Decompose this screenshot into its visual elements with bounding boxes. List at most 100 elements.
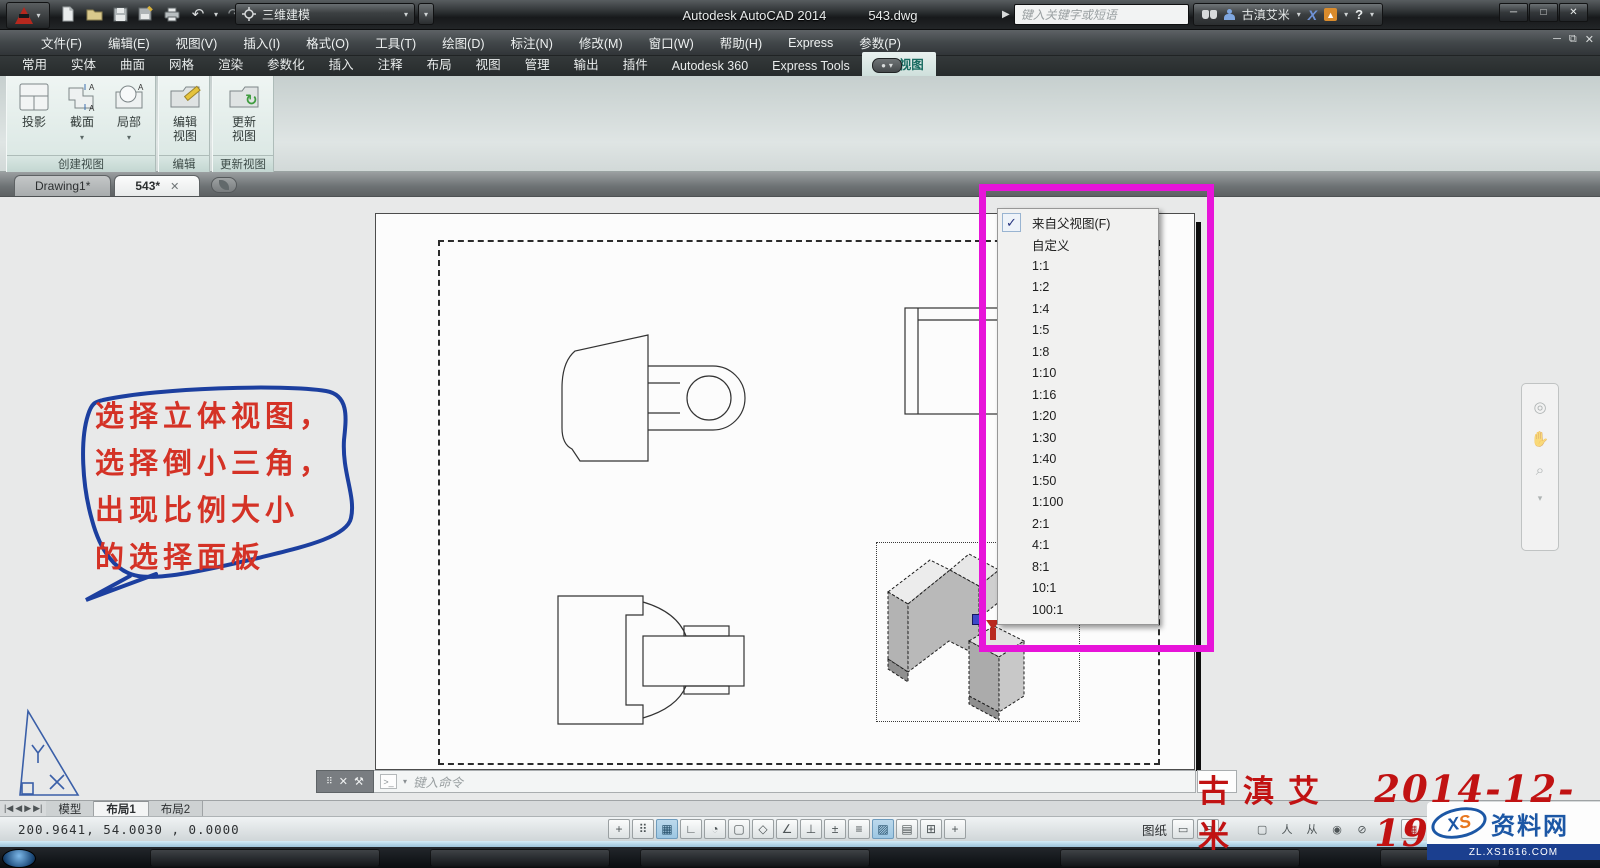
snap-toggle[interactable]: + (608, 819, 630, 839)
search-icon[interactable] (1202, 10, 1217, 19)
paper-space-label[interactable]: 图纸 (1142, 820, 1167, 839)
tab-parametric[interactable]: 参数化 (255, 52, 317, 76)
user-dropdown-icon[interactable]: ▾ (1297, 10, 1301, 19)
tab-insert[interactable]: 插入 (317, 52, 366, 76)
detail-dropdown-icon[interactable]: ▾ (127, 131, 131, 145)
start-orb[interactable] (2, 849, 36, 868)
dynamic-input-toggle[interactable]: ± (824, 819, 846, 839)
group-label-create-view[interactable]: 创建视图 (7, 155, 155, 172)
command-input[interactable]: >_ ▾ 键入命令 (374, 770, 1196, 793)
close-button[interactable]: ✕ (1559, 3, 1588, 22)
grid-snap-toggle[interactable]: ⠿ (632, 819, 654, 839)
file-tab-drawing1[interactable]: Drawing1* (14, 175, 111, 196)
quick-properties-toggle[interactable]: ▤ (896, 819, 918, 839)
drawing-view-bottom[interactable] (545, 588, 760, 733)
tab-output[interactable]: 输出 (562, 52, 611, 76)
tab-manage[interactable]: 管理 (513, 52, 562, 76)
detail-button[interactable]: A 局部 ▾ (106, 81, 152, 145)
first-layout-icon[interactable]: |◀ (4, 803, 13, 814)
infocenter-collapse-icon[interactable]: ▶ (1002, 9, 1010, 20)
plot-button[interactable] (162, 4, 182, 24)
3d-osnap-toggle[interactable]: ◇ (752, 819, 774, 839)
pan-hand-icon[interactable]: ✋ (1531, 430, 1550, 448)
save-as-button[interactable] (136, 4, 156, 24)
menu-express[interactable]: Express (775, 30, 846, 55)
file-tab-543[interactable]: 543* ✕ (114, 175, 200, 196)
maximize-button[interactable]: □ (1529, 3, 1558, 22)
ribbon-minimize-button[interactable]: ●▾ (872, 58, 902, 73)
tab-annotate[interactable]: 注释 (366, 52, 415, 76)
application-menu-button[interactable]: ▾ (6, 2, 50, 29)
taskbar-app-button[interactable] (640, 849, 870, 867)
edit-view-button[interactable]: 编辑视图 (162, 81, 208, 143)
toolbar-overflow-button[interactable]: ▾ (418, 3, 434, 25)
workspace-switcher[interactable]: 三维建模 ▾ (235, 3, 415, 25)
group-label-update-view[interactable]: 更新视图 (213, 155, 273, 172)
signed-in-username[interactable]: 古滇艾米 (1242, 6, 1290, 23)
next-layout-icon[interactable]: ▶ (24, 803, 31, 814)
tab-layout[interactable]: 布局 (415, 52, 464, 76)
taskbar-app-button[interactable] (150, 849, 380, 867)
otrack-toggle[interactable]: ∠ (776, 819, 798, 839)
wrench-icon[interactable]: ⚒ (354, 775, 364, 788)
tab-layout2[interactable]: 布局2 (149, 801, 203, 816)
open-file-button[interactable] (84, 4, 104, 24)
close-tab-icon[interactable]: ✕ (170, 180, 179, 193)
group-label-edit[interactable]: 编辑 (159, 155, 209, 172)
help-dropdown-icon[interactable]: ▾ (1370, 10, 1374, 19)
help-icon[interactable]: ? (1355, 7, 1363, 22)
osnap-toggle[interactable]: ▢ (728, 819, 750, 839)
polar-tracking-toggle[interactable]: ◔ (704, 819, 726, 839)
updates-dropdown-icon[interactable]: ▾ (1344, 10, 1348, 19)
selection-cycling-toggle[interactable]: ⊞ (920, 819, 942, 839)
ortho-toggle[interactable]: ∟ (680, 819, 702, 839)
menu-help[interactable]: 帮助(H) (707, 30, 775, 55)
command-prompt-icon[interactable]: >_ (380, 774, 397, 789)
new-drawing-button[interactable] (211, 177, 237, 193)
tab-render[interactable]: 渲染 (206, 52, 255, 76)
model-paper-icon[interactable]: ▭ (1172, 819, 1194, 839)
undo-dropdown-icon[interactable]: ▾ (214, 10, 218, 19)
search-input[interactable]: 键入关键字或短语 (1014, 4, 1189, 25)
document-window-controls: ─ ⧉ ✕ (1553, 33, 1594, 46)
save-button[interactable] (110, 4, 130, 24)
tab-home[interactable]: 常用 (10, 52, 59, 76)
tab-model[interactable]: 模型 (46, 801, 94, 816)
steering-wheel-icon[interactable]: ◎ (1533, 398, 1546, 416)
prev-layout-icon[interactable]: ◀ (15, 803, 22, 814)
tab-view[interactable]: 视图 (464, 52, 513, 76)
navigation-bar[interactable]: ◎ ✋ ⌕ ▾ (1521, 383, 1559, 551)
tab-mesh[interactable]: 网格 (157, 52, 206, 76)
lineweight-toggle[interactable]: ≡ (848, 819, 870, 839)
recent-commands-icon[interactable]: ▾ (403, 777, 407, 786)
zoom-icon[interactable]: ⌕ (1536, 462, 1544, 479)
section-button[interactable]: AA 截面 ▾ (59, 81, 105, 145)
projection-button[interactable]: 投影 (11, 81, 57, 129)
tab-solid[interactable]: 实体 (59, 52, 108, 76)
update-view-button[interactable]: ↻ 更新视图 (221, 81, 267, 143)
tab-express-tools[interactable]: Express Tools (760, 57, 862, 76)
tab-layout1[interactable]: 布局1 (94, 801, 148, 816)
close-icon[interactable]: ✕ (339, 775, 348, 788)
transparency-toggle[interactable]: ▨ (872, 819, 894, 839)
updates-icon[interactable]: ▲ (1324, 8, 1337, 21)
last-layout-icon[interactable]: ▶| (33, 803, 42, 814)
minimize-button[interactable]: ─ (1499, 3, 1528, 22)
orbit-icon[interactable]: ▾ (1538, 493, 1543, 504)
dynamic-ucs-toggle[interactable]: ⊥ (800, 819, 822, 839)
tab-autodesk360[interactable]: Autodesk 360 (660, 57, 760, 76)
tab-plugins[interactable]: 插件 (611, 52, 660, 76)
new-file-button[interactable] (58, 4, 78, 24)
annotation-monitor-toggle[interactable]: + (944, 819, 966, 839)
doc-restore-button[interactable]: ⧉ (1569, 33, 1577, 46)
section-dropdown-icon[interactable]: ▾ (80, 131, 84, 145)
command-line-grip[interactable]: ⠿ ✕ ⚒ (316, 770, 374, 793)
undo-button[interactable]: ↶ (188, 4, 208, 24)
doc-minimize-button[interactable]: ─ (1553, 33, 1561, 46)
drawing-view-top[interactable] (540, 318, 770, 478)
doc-close-button[interactable]: ✕ (1585, 33, 1594, 46)
exchange-apps-icon[interactable]: X (1308, 7, 1317, 23)
taskbar-app-button[interactable] (430, 849, 610, 867)
grid-display-toggle[interactable]: ▦ (656, 819, 678, 839)
tab-surface[interactable]: 曲面 (108, 52, 157, 76)
